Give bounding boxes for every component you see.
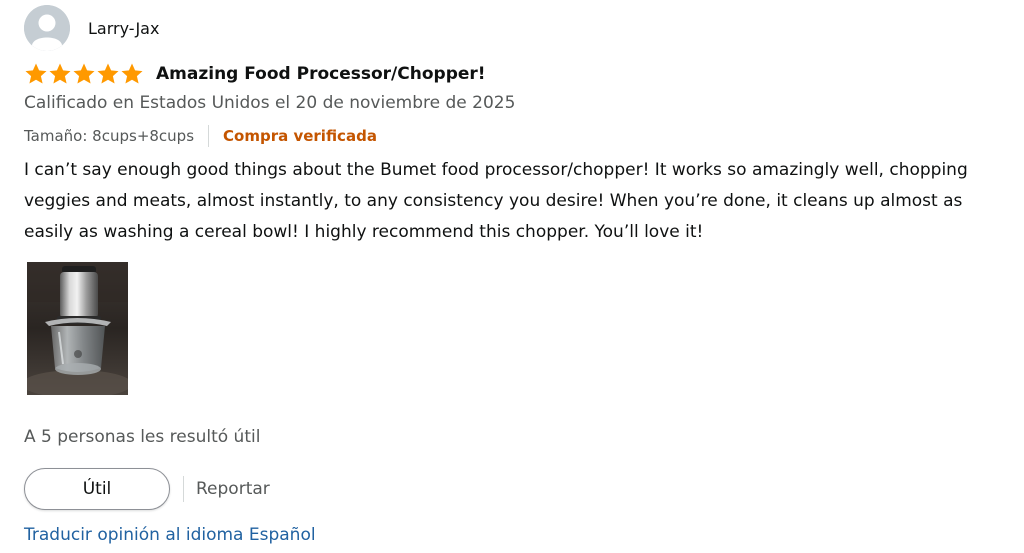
star-icon — [25, 63, 47, 84]
helpful-button[interactable]: Útil — [24, 468, 170, 510]
review-body: I can’t say enough good things about the… — [24, 160, 968, 242]
report-link[interactable]: Reportar — [196, 479, 270, 499]
verified-purchase-badge: Compra verificada — [223, 127, 377, 145]
default-profile-icon — [24, 5, 70, 51]
translate-review-link[interactable]: Traducir opinión al idioma Español — [24, 525, 316, 545]
review-card: Larry-Jax Amazing Food Processor/Chopper… — [0, 0, 1024, 553]
star-icon — [97, 63, 119, 84]
reviewer-name[interactable]: Larry-Jax — [88, 19, 159, 38]
star-icon — [49, 63, 71, 84]
star-rating[interactable] — [24, 60, 144, 88]
review-title[interactable]: Amazing Food Processor/Chopper! — [156, 64, 486, 84]
reviewer-profile[interactable]: Larry-Jax — [24, 5, 159, 51]
star-icon — [73, 63, 95, 84]
star-icon — [121, 63, 143, 84]
review-photo-food-chopper[interactable] — [27, 262, 128, 395]
review-actions: Útil Reportar — [24, 467, 270, 511]
meta-divider — [208, 125, 210, 147]
product-variant: Tamaño: 8cups+8cups — [24, 127, 195, 145]
review-date: Calificado en Estados Unidos el 20 de no… — [24, 93, 516, 113]
rating-title-row: Amazing Food Processor/Chopper! — [24, 60, 486, 88]
helpful-vote-count: A 5 personas les resultó útil — [24, 427, 261, 447]
action-divider — [183, 476, 184, 502]
review-meta: Tamaño: 8cups+8cups Compra verificada — [24, 124, 377, 148]
